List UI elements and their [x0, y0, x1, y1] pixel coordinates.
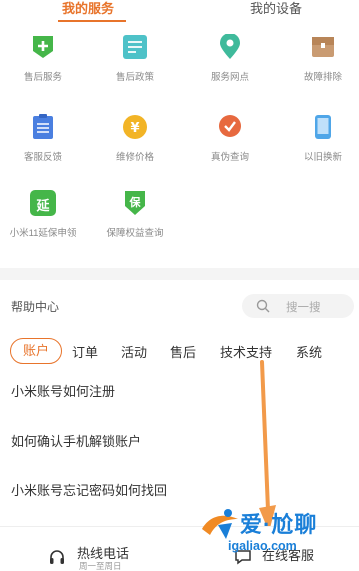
- service-label: 客服反馈: [23, 152, 62, 163]
- service-label: 售后服务: [23, 72, 62, 83]
- service-after-sales[interactable]: 售后服务: [0, 34, 88, 83]
- hotline-hours: 周一至周日: [79, 561, 122, 571]
- tab-my-service[interactable]: 我的服务: [62, 0, 114, 17]
- badge-check-icon: [217, 114, 243, 140]
- shield-coin-icon: 保: [122, 190, 148, 216]
- help-center-title: 帮助中心: [11, 300, 60, 314]
- service-label: 售后政策: [115, 72, 154, 83]
- faq-item[interactable]: 如何确认手机解锁账户: [11, 431, 141, 450]
- category-system[interactable]: 系统: [296, 342, 322, 361]
- category-account[interactable]: 账户: [10, 338, 62, 364]
- watermark-url: igaliao.com: [228, 539, 297, 553]
- service-label: 真伪查询: [210, 152, 249, 163]
- headset-icon: [50, 550, 64, 564]
- service-extend-warranty[interactable]: 延 小米11延保申领: [0, 190, 88, 239]
- faq-item[interactable]: 小米账号如何注册: [11, 381, 115, 400]
- service-label: 保障权益查询: [106, 228, 164, 239]
- yuan-coin-icon: ¥: [122, 114, 148, 140]
- service-trade-in[interactable]: 以旧换新: [278, 114, 359, 163]
- location-pin-icon: [217, 33, 243, 60]
- services-grid: 售后服务 售后政策 服务网点 故障排除 客服反馈 ¥ 维修价格 真伪查询 以旧换…: [0, 28, 359, 268]
- service-label: 故障排除: [303, 72, 342, 83]
- service-troubleshoot[interactable]: 故障排除: [278, 34, 359, 83]
- service-label: 服务网点: [210, 72, 249, 83]
- tab-active-underline: [58, 20, 126, 22]
- service-policy[interactable]: 售后政策: [90, 34, 180, 83]
- watermark-title: 爱·尬聊: [240, 512, 318, 537]
- service-label: 以旧换新: [303, 152, 342, 163]
- service-label: 维修价格: [115, 152, 154, 163]
- section-divider: [0, 268, 359, 280]
- service-feedback[interactable]: 客服反馈: [0, 114, 88, 163]
- category-orders[interactable]: 订单: [72, 342, 98, 361]
- toolbox-icon: [310, 34, 336, 60]
- service-outlets[interactable]: 服务网点: [185, 33, 275, 83]
- document-list-icon: [122, 34, 148, 60]
- category-after-sales[interactable]: 售后: [170, 342, 196, 361]
- service-protection-query[interactable]: 保 保障权益查询: [90, 190, 180, 239]
- site-watermark: 爱·尬聊 igaliao.com: [198, 505, 356, 569]
- clipboard-icon: [30, 114, 56, 140]
- category-tech-support[interactable]: 技术支持: [220, 342, 272, 361]
- category-activities[interactable]: 活动: [121, 342, 147, 361]
- faq-item[interactable]: 小米账号忘记密码如何找回: [11, 480, 167, 499]
- tab-my-device[interactable]: 我的设备: [250, 0, 302, 17]
- svg-text:¥: ¥: [130, 121, 139, 136]
- service-authenticity[interactable]: 真伪查询: [185, 114, 275, 163]
- shield-plus-icon: [30, 34, 56, 60]
- service-repair-price[interactable]: ¥ 维修价格: [90, 114, 180, 163]
- top-tab-bar: 我的服务 我的设备: [0, 0, 359, 24]
- phone-icon: [310, 114, 336, 140]
- search-input[interactable]: 搜一搜: [242, 294, 354, 318]
- search-placeholder: 搜一搜: [286, 302, 321, 314]
- service-label: 小米11延保申领: [9, 228, 77, 239]
- extend-warranty-icon: 延: [30, 190, 56, 216]
- search-icon: [256, 299, 270, 313]
